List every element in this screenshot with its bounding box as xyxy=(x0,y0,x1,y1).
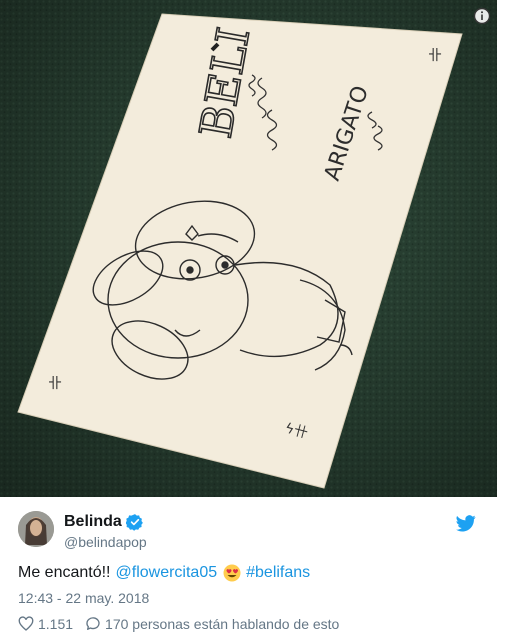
like-count: 1.151 xyxy=(38,616,74,632)
like-button[interactable]: 1.151 xyxy=(18,616,73,632)
info-icon[interactable] xyxy=(472,6,492,26)
svg-text:卝: 卝 xyxy=(428,48,442,64)
svg-text:卝: 卝 xyxy=(48,376,62,392)
hashtag-link[interactable]: #belifans xyxy=(246,564,310,582)
tweet-text-body: Me encantó!! xyxy=(18,564,111,581)
tweet-actions: 1.151 170 personas están hablando de est… xyxy=(18,616,339,632)
tweet-text: Me encantó!! @flowercita05 #belifans xyxy=(18,564,310,582)
tweet-card: Belinda @belindapop Me encantó!! @flower… xyxy=(0,497,505,642)
avatar[interactable] xyxy=(18,511,54,547)
tweet-timestamp[interactable]: 12:43 - 22 may. 2018 xyxy=(18,590,149,606)
heart-eyes-emoji-icon xyxy=(223,564,241,582)
author-handle[interactable]: @belindapop xyxy=(64,534,147,550)
heart-icon xyxy=(18,616,34,631)
author-name-text[interactable]: Belinda xyxy=(64,513,122,531)
mention-link[interactable]: @flowercita05 xyxy=(116,564,218,582)
twitter-bird-icon[interactable] xyxy=(456,515,476,532)
verified-badge-icon xyxy=(125,514,143,531)
speech-bubble-icon xyxy=(86,617,100,630)
author-name[interactable]: Belinda xyxy=(64,513,144,531)
tweet-photo[interactable]: BELI ARIGATO 卝 卝 ϟ卄 xyxy=(0,0,497,497)
photo-drawing: BELI ARIGATO 卝 卝 ϟ卄 xyxy=(0,0,497,497)
conversation-text: 170 personas están hablando de esto xyxy=(105,616,340,632)
conversation-button[interactable]: 170 personas están hablando de esto xyxy=(85,616,339,632)
